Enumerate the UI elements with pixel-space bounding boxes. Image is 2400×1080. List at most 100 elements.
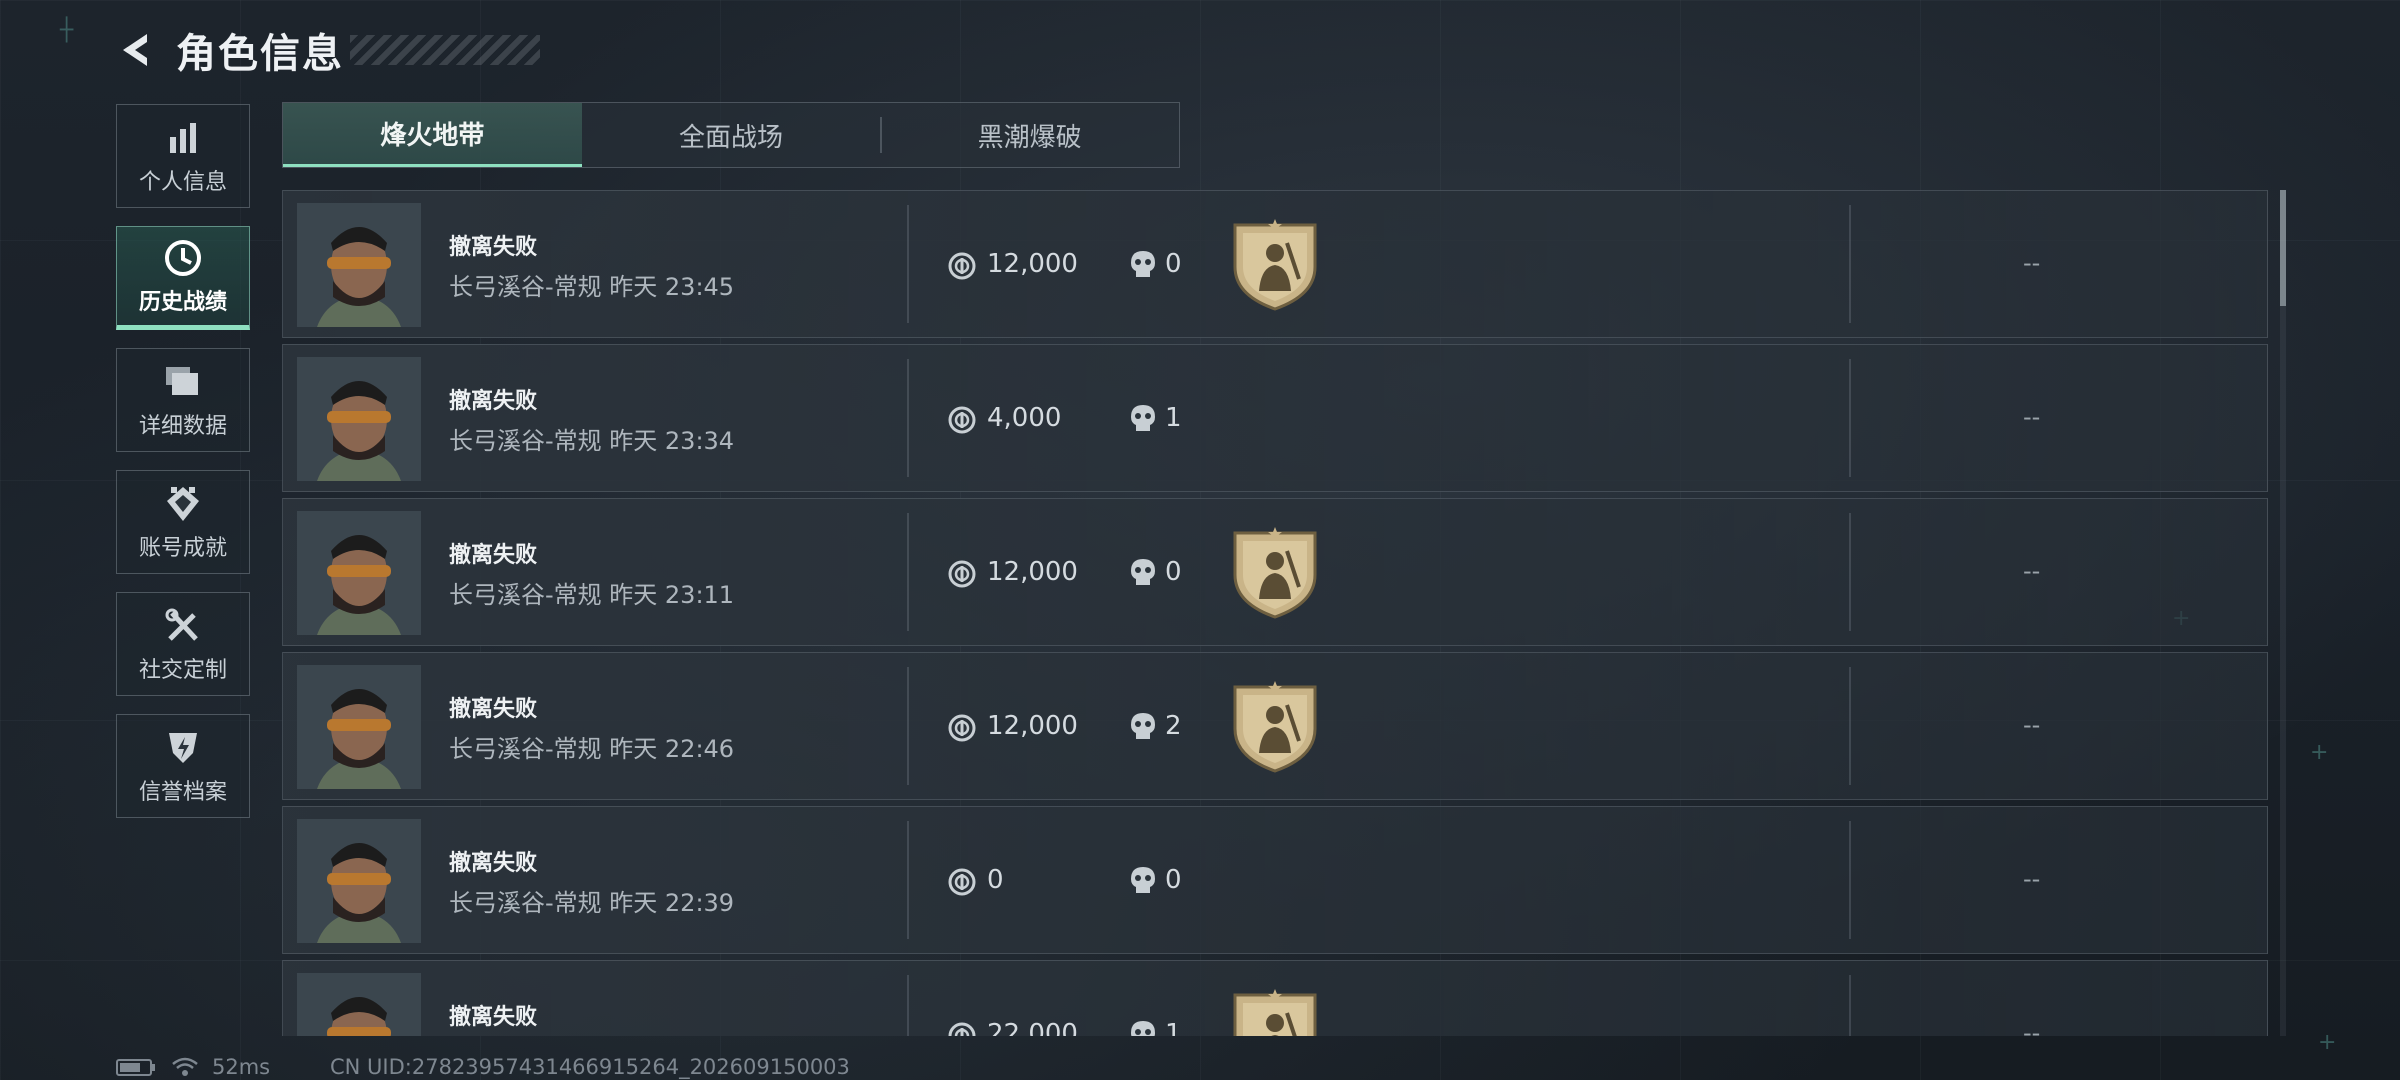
match-row[interactable]: 撤离失败 长弓溪谷-常规 昨天 22:39 0 0 -- [282,806,2268,954]
divider [1849,513,1851,631]
match-row[interactable]: 撤离失败 长弓溪谷-常规 昨天 23:34 4,000 1 -- [282,344,2268,492]
sidebar-item-match-history[interactable]: 历史战绩 [116,226,250,330]
page-title: 角色信息 [176,31,344,77]
extra-value: -- [2023,711,2041,739]
sidebar-item-personal-info[interactable]: 个人信息 [116,104,250,208]
divider [1849,821,1851,939]
match-history-list: 撤离失败 长弓溪谷-常规 昨天 23:45 12,000 0 -- 撤离失败 长… [282,190,2268,1036]
coin-value: 12,000 [987,711,1078,741]
divider [907,667,909,785]
mode-tabs: 烽火地带 全面战场 黑潮爆破 [282,102,1180,168]
match-map-time: 长弓溪谷-常规 昨天 23:34 [449,427,735,455]
sidebar-item-detailed-data[interactable]: 详细数据 [116,348,250,452]
coin-icon [948,714,976,742]
extra-value: -- [2023,403,2041,431]
operator-avatar [297,819,421,943]
sidebar-item-label: 信誉档案 [138,780,227,805]
match-result: 撤离失败 [449,1005,538,1030]
extra-value: -- [2023,249,2041,277]
extra-value: -- [2023,1019,2041,1036]
coin-value: 4,000 [987,403,1062,433]
ping-value: 52ms [212,1055,271,1079]
sidebar-item-label: 账号成就 [138,536,227,561]
tab-full-battlefield[interactable]: 全面战场 [582,103,881,167]
coin-icon [948,1022,976,1036]
match-map-time: 长弓溪谷-常规 昨天 22:39 [449,889,735,917]
match-result: 撤离失败 [449,851,538,876]
divider [907,821,909,939]
scrollbar-thumb[interactable] [2280,190,2286,306]
coin-value: 0 [987,865,1004,895]
bar-chart-icon [166,116,200,160]
coin-value: 12,000 [987,557,1078,587]
kill-count: 0 [1165,249,1182,279]
skull-icon [1131,405,1155,431]
kill-count: 0 [1165,865,1182,895]
tab-firezone[interactable]: 烽火地带 [283,103,582,167]
divider [907,975,909,1036]
back-arrow-icon [123,34,147,66]
operator-avatar [297,357,421,481]
sidebar-item-reputation[interactable]: 信誉档案 [116,714,250,818]
kill-count: 1 [1165,403,1182,433]
extra-value: -- [2023,557,2041,585]
tab-blacktide-demolition[interactable]: 黑潮爆破 [880,103,1179,167]
crosshair-decoration: + [2310,740,2329,765]
match-map-time: 长弓溪谷-常规 昨天 22:46 [449,735,735,763]
kill-count: 0 [1165,557,1182,587]
coin-value: 22,000 [987,1019,1078,1036]
scrollbar-track[interactable] [2280,190,2286,1036]
divider [907,359,909,477]
page-header: 角色信息 [112,22,540,78]
crosshair-decoration: ┼ [60,18,74,43]
match-map-time: 长弓溪谷-常规 昨天 23:11 [449,581,735,609]
back-button[interactable] [112,25,162,75]
operator-avatar [297,511,421,635]
sidebar-item-label: 详细数据 [138,414,227,439]
operator-avatar [297,203,421,327]
match-result: 撤离失败 [449,235,538,260]
sidebar-item-label: 历史战绩 [138,290,227,315]
soldier-badge-icon [1233,681,1317,773]
operator-avatar [297,665,421,789]
divider [907,513,909,631]
battery-icon [116,1059,155,1076]
sidebar-item-social-customization[interactable]: 社交定制 [116,592,250,696]
title-decoration [350,35,540,65]
divider [907,205,909,323]
match-row[interactable]: 撤离失败 长弓溪谷-常规 昨天 23:45 12,000 0 -- [282,190,2268,338]
skull-icon [1131,559,1155,585]
soldier-badge-icon [1233,527,1317,619]
soldier-badge-icon [1233,989,1317,1036]
coin-icon [948,406,976,434]
divider [1849,975,1851,1036]
tools-icon [164,604,202,648]
match-result: 撤离失败 [449,697,538,722]
match-result: 撤离失败 [449,543,538,568]
extra-value: -- [2023,865,2041,893]
divider [1849,205,1851,323]
kill-count: 1 [1165,1019,1182,1036]
crosshair-decoration: + [2318,1030,2337,1055]
match-row[interactable]: 撤离失败 长弓溪谷-常规 昨天 22:46 12,000 2 -- [282,652,2268,800]
coin-icon [948,868,976,896]
match-map-time: 长弓溪谷-常规 昨天 23:45 [449,273,735,301]
sidebar: 个人信息 历史战绩 详细数据 账号成就 社交定制 信誉档案 [116,104,252,836]
match-result: 撤离失败 [449,389,538,414]
divider [1849,359,1851,477]
sidebar-item-achievements[interactable]: 账号成就 [116,470,250,574]
coin-value: 12,000 [987,249,1078,279]
divider [1849,667,1851,785]
clock-icon [164,236,202,280]
stacked-cards-icon [164,360,202,404]
skull-icon [1131,713,1155,739]
coin-icon [948,252,976,280]
shield-icon [165,726,201,770]
status-bar: 52ms [116,1054,270,1080]
sidebar-item-label: 社交定制 [138,658,227,683]
match-row[interactable]: 撤离失败 22,000 1 -- [282,960,2268,1036]
operator-avatar [297,973,421,1036]
match-row[interactable]: 撤离失败 长弓溪谷-常规 昨天 23:11 12,000 0 -- [282,498,2268,646]
medal-icon [165,482,201,526]
coin-icon [948,560,976,588]
